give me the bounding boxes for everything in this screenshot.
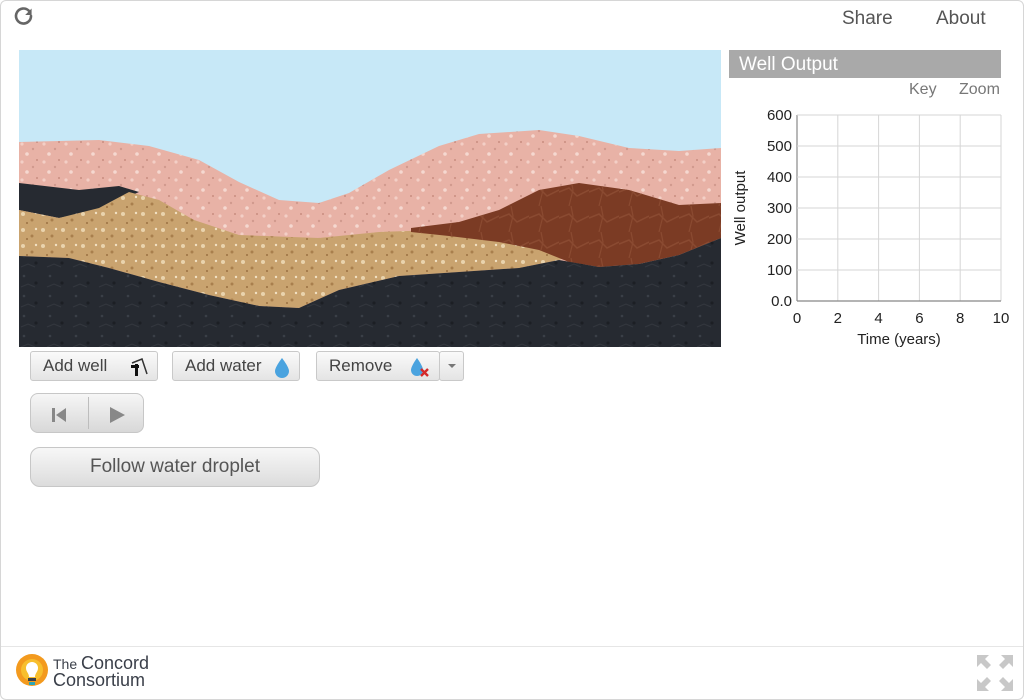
add-well-button[interactable]: Add well — [30, 351, 158, 381]
follow-water-droplet-button[interactable]: Follow water droplet — [30, 447, 320, 487]
x-tick-label: 8 — [956, 310, 964, 327]
remove-button[interactable]: Remove — [316, 351, 440, 381]
zoom-link[interactable]: Zoom — [959, 81, 1000, 99]
x-tick-label: 10 — [993, 310, 1010, 327]
add-water-label: Add water — [185, 356, 262, 375]
add-water-button[interactable]: Add water — [172, 351, 300, 381]
y-tick-label: 300 — [767, 200, 792, 217]
well-output-chart: 0 2 4 6 8 10 0.0 100 200 300 400 500 600 Time (years… — [732, 107, 1009, 348]
chevron-down-icon — [447, 364, 456, 368]
playback-controls — [30, 393, 144, 433]
y-tick-label: 600 — [767, 107, 792, 124]
y-tick-label: 400 — [767, 169, 792, 186]
x-tick-label: 4 — [874, 310, 882, 327]
remove-water-icon — [411, 358, 429, 377]
x-tick-label: 6 — [915, 310, 923, 327]
remove-dropdown-button[interactable] — [439, 351, 464, 381]
chart-grid — [796, 114, 1002, 302]
reset-button[interactable] — [31, 394, 88, 432]
reload-icon[interactable] — [12, 6, 36, 30]
brand-consortium: Consortium — [53, 670, 146, 690]
y-tick-label: 500 — [767, 138, 792, 155]
x-tick-label: 0 — [793, 310, 801, 327]
y-axis-label: Well output — [732, 170, 749, 246]
y-tick-label: 100 — [767, 262, 792, 279]
footer-divider — [1, 646, 1023, 647]
key-link[interactable]: Key — [909, 81, 937, 99]
x-axis-label: Time (years) — [857, 331, 941, 348]
graph-title: Well Output — [729, 50, 1001, 78]
groundwater-simulation-canvas[interactable] — [19, 50, 721, 347]
fullscreen-icon[interactable] — [975, 653, 1015, 693]
skip-back-icon — [52, 408, 66, 422]
add-well-label: Add well — [43, 356, 108, 375]
y-tick-label: 0.0 — [771, 293, 792, 310]
chart-ticks: 0 2 4 6 8 10 0.0 100 200 300 400 500 600 — [767, 107, 1009, 327]
x-tick-label: 2 — [834, 310, 842, 327]
lightbulb-icon — [16, 654, 48, 686]
water-drop-icon — [275, 358, 289, 378]
about-link[interactable]: About — [936, 8, 986, 30]
play-button[interactable] — [89, 394, 144, 432]
remove-label: Remove — [329, 356, 393, 375]
share-link[interactable]: Share — [842, 8, 893, 30]
brand-name: The Concord Consortium — [53, 654, 149, 690]
well-icon — [131, 358, 148, 376]
play-icon — [110, 407, 125, 423]
y-tick-label: 200 — [767, 231, 792, 248]
